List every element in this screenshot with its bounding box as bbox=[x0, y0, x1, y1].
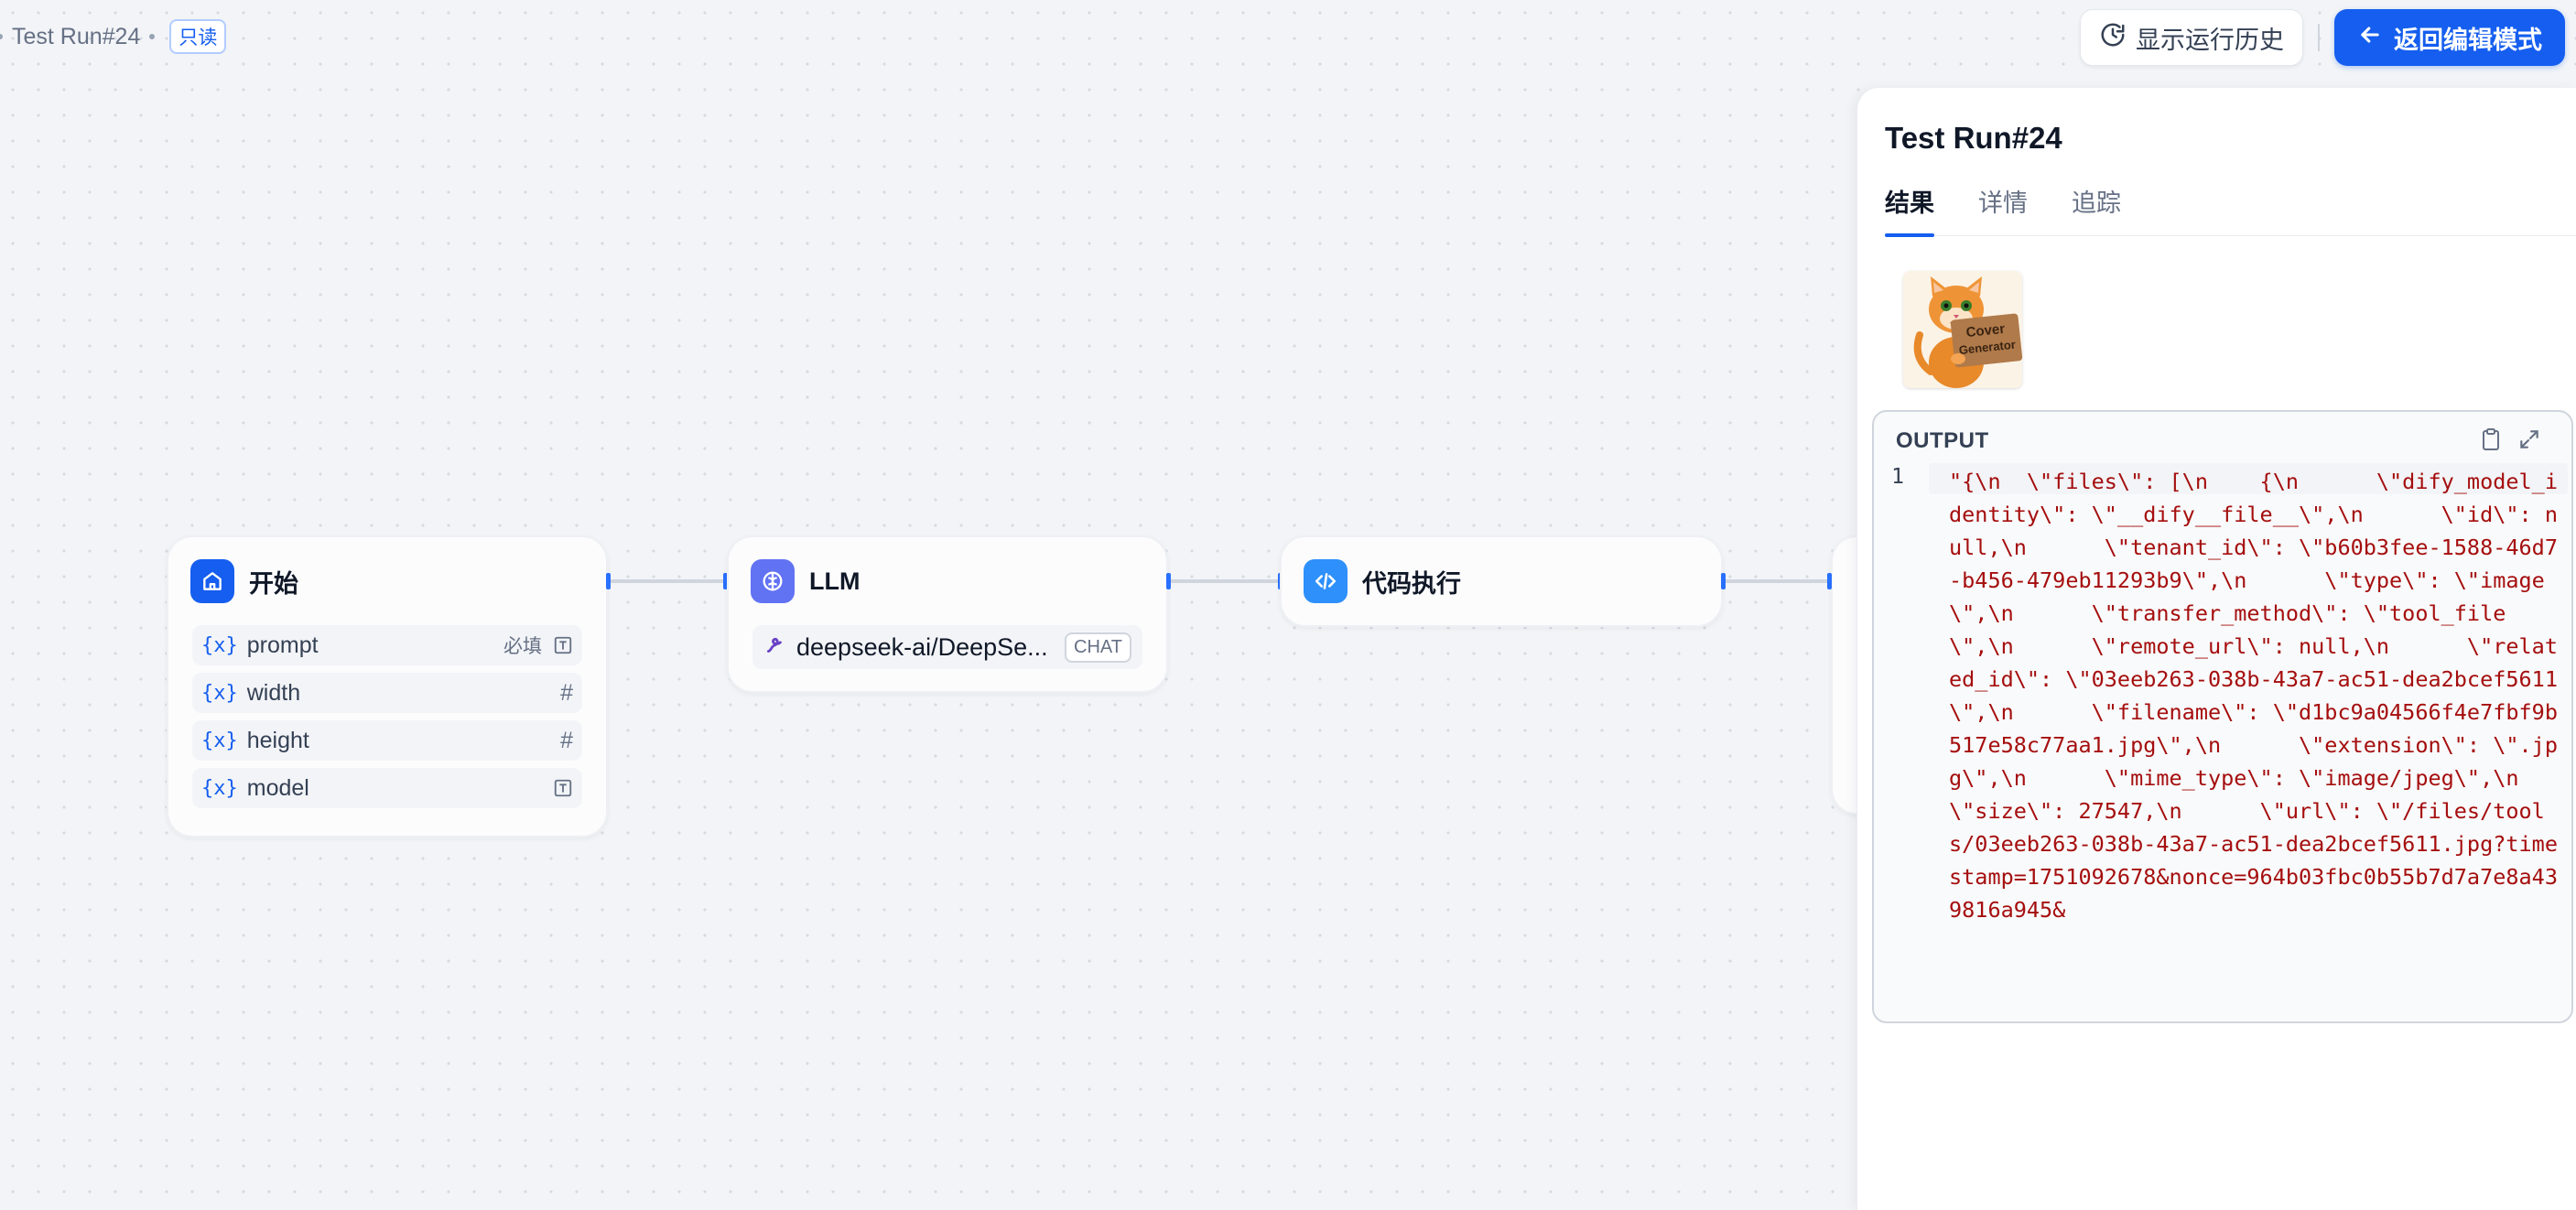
expand-icon[interactable] bbox=[2515, 425, 2544, 454]
output-code-viewer[interactable]: OUTPUT 1 "{\n \"files\": [\n {\n \"dify_… bbox=[1872, 410, 2573, 1023]
text-icon bbox=[553, 635, 573, 655]
deepseek-icon bbox=[763, 632, 787, 663]
history-button-label: 显示运行历史 bbox=[2136, 26, 2284, 54]
show-run-history-button[interactable]: 显示运行历史 bbox=[2080, 9, 2303, 66]
panel-title: Test Run#24 bbox=[1885, 121, 2062, 155]
code-node[interactable]: 代码执行 bbox=[1280, 535, 1723, 627]
line-number: 1 bbox=[1891, 465, 1904, 489]
variable-name: height bbox=[246, 727, 309, 753]
output-image-thumbnail[interactable]: Cover Generator bbox=[1903, 271, 2022, 388]
variable-row-height[interactable]: {x} height # bbox=[192, 720, 582, 761]
edge-start-llm bbox=[608, 579, 727, 583]
clipboard-icon[interactable] bbox=[2476, 425, 2506, 454]
brain-icon bbox=[751, 559, 795, 603]
tab-result[interactable]: 结果 bbox=[1885, 183, 1934, 237]
variable-name: model bbox=[246, 774, 309, 801]
tab-trace[interactable]: 追踪 bbox=[2072, 183, 2121, 236]
edge-llm-code bbox=[1168, 579, 1280, 583]
output-label: OUTPUT bbox=[1896, 428, 1989, 453]
toolbar-divider bbox=[2318, 24, 2320, 51]
variable-name: prompt bbox=[246, 632, 319, 658]
back-button-label: 返回编辑模式 bbox=[2394, 26, 2542, 54]
separator-dot bbox=[149, 34, 156, 39]
llm-node[interactable]: LLM deepseek-ai/DeepSe... CHAT bbox=[727, 535, 1168, 693]
start-node-title: 开始 bbox=[249, 569, 298, 598]
run-title: Test Run#24 bbox=[12, 23, 141, 49]
tab-detail[interactable]: 详情 bbox=[1978, 183, 2028, 236]
variable-icon: {x} bbox=[201, 729, 238, 752]
hash-icon: # bbox=[560, 727, 573, 753]
code-node-title: 代码执行 bbox=[1362, 569, 1461, 598]
required-label: 必填 bbox=[503, 636, 542, 657]
text-icon bbox=[553, 778, 573, 798]
next-input-handle[interactable] bbox=[1827, 573, 1832, 589]
variable-icon: {x} bbox=[201, 633, 238, 657]
home-icon bbox=[190, 559, 234, 603]
output-code-text: "{\n \"files\": [\n {\n \"dify_model_ide… bbox=[1949, 469, 2558, 923]
llm-node-title: LLM bbox=[809, 567, 860, 595]
run-result-panel: Test Run#24 结果 详情 追踪 Cover Generator OUT… bbox=[1856, 88, 2576, 1210]
mode-tag: CHAT bbox=[1065, 632, 1131, 663]
variable-row-prompt[interactable]: {x} prompt 必填 bbox=[192, 625, 582, 665]
start-node[interactable]: 开始 {x} prompt 必填 {x} width # {x} height … bbox=[167, 535, 608, 837]
model-name: deepseek-ai/DeepSe... bbox=[796, 632, 1048, 661]
code-output-handle[interactable] bbox=[1721, 573, 1726, 589]
model-selector[interactable]: deepseek-ai/DeepSe... CHAT bbox=[752, 625, 1142, 669]
llm-output-handle[interactable] bbox=[1166, 573, 1171, 589]
arrow-left-icon bbox=[2357, 22, 2383, 54]
back-to-edit-button[interactable]: 返回编辑模式 bbox=[2334, 9, 2565, 66]
panel-tabs: 结果 详情 追踪 bbox=[1885, 183, 2576, 237]
breadcrumb: Test Run#24 只读 bbox=[0, 19, 227, 54]
read-only-badge: 只读 bbox=[169, 19, 227, 54]
variable-name: width bbox=[246, 679, 301, 706]
separator-dot bbox=[0, 34, 3, 39]
start-output-handle[interactable] bbox=[606, 573, 611, 589]
variable-icon: {x} bbox=[201, 776, 238, 800]
code-icon bbox=[1304, 559, 1348, 603]
variable-row-width[interactable]: {x} width # bbox=[192, 673, 582, 713]
variable-icon: {x} bbox=[201, 681, 238, 705]
edge-code-next bbox=[1723, 579, 1831, 583]
hash-icon: # bbox=[560, 679, 573, 706]
variable-row-model[interactable]: {x} model bbox=[192, 768, 582, 808]
history-icon bbox=[2099, 21, 2127, 55]
